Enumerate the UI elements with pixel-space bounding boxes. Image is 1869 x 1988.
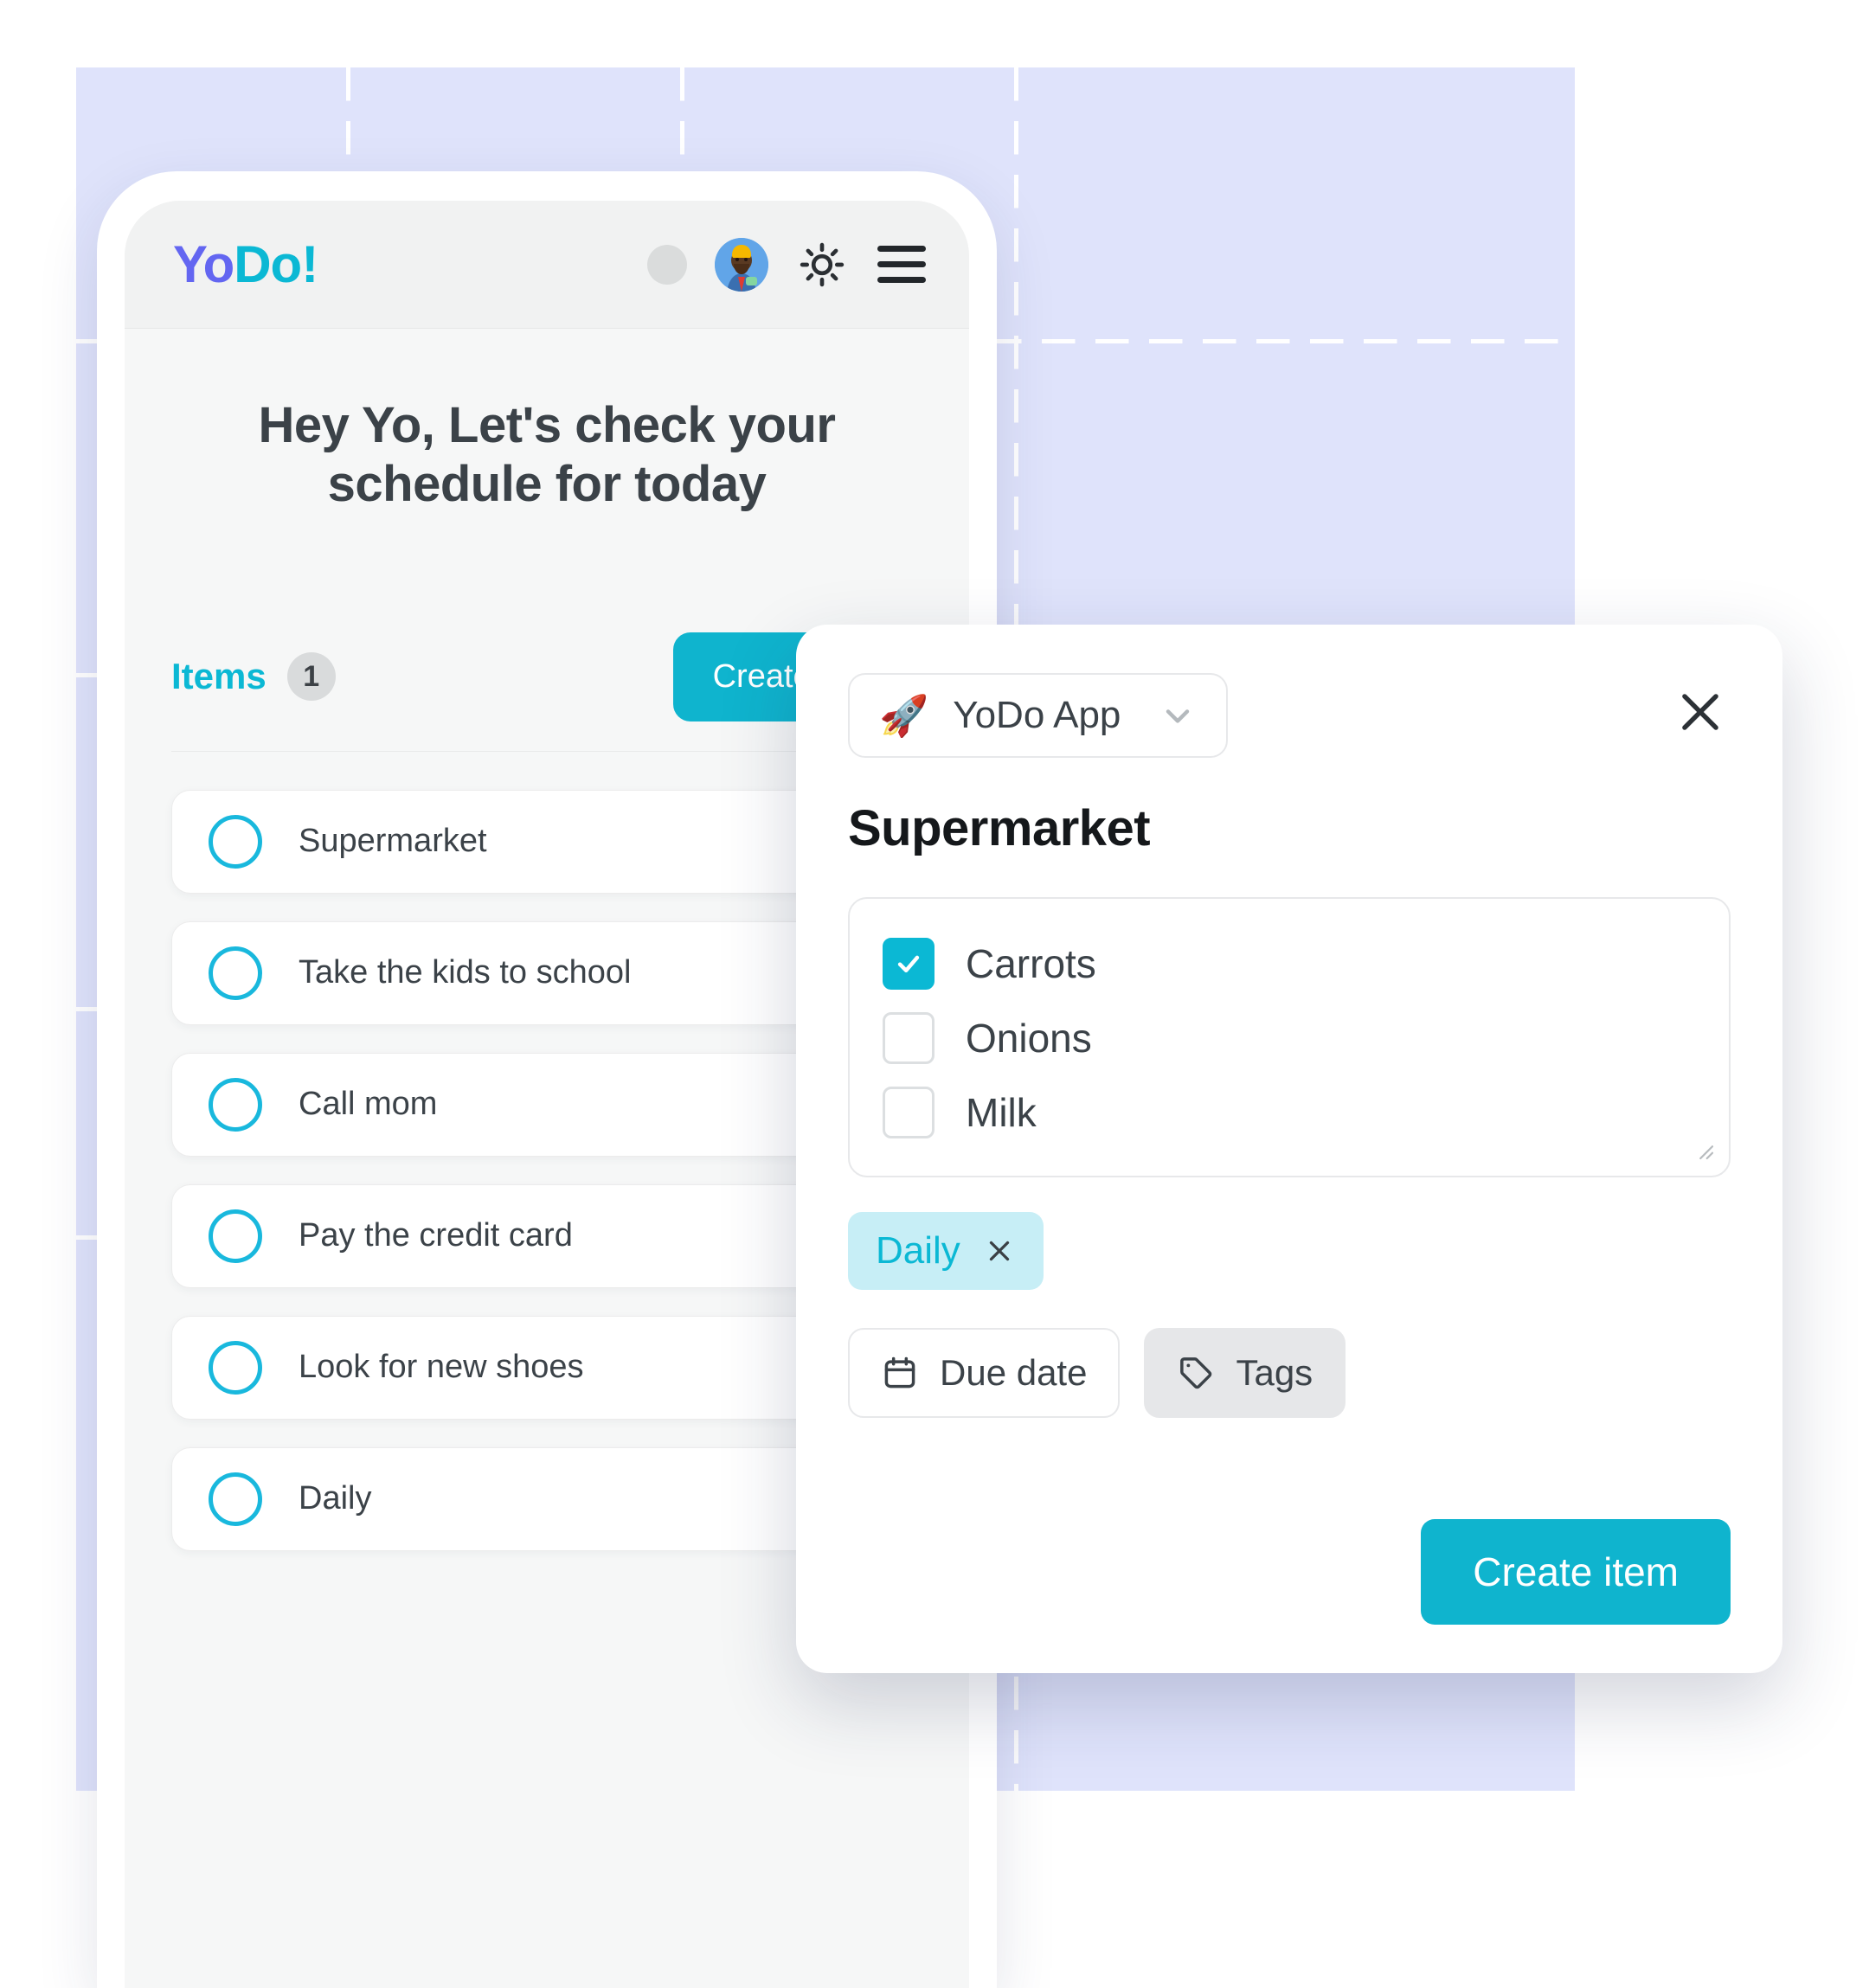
remove-tag-icon[interactable] [983, 1234, 1016, 1267]
dialog-action-row: Due date Tags [848, 1328, 1731, 1418]
calendar-icon [881, 1354, 919, 1392]
sun-icon [800, 242, 845, 286]
tag-icon [1177, 1354, 1215, 1392]
tag-chip[interactable]: Daily [848, 1212, 1044, 1290]
logo-part-do: Do! [234, 234, 318, 293]
placeholder-dot [647, 244, 687, 285]
task-label: Daily [299, 1480, 372, 1517]
task-checkbox-icon[interactable] [209, 1472, 262, 1526]
task-label: Take the kids to school [299, 954, 632, 991]
due-date-label: Due date [940, 1352, 1088, 1393]
checklist-item-label: Onions [966, 1016, 1092, 1061]
create-item-dialog: 🚀 YoDo App Supermarket Carrots Onions Mi… [796, 625, 1782, 1673]
checklist-item-label: Milk [966, 1090, 1037, 1135]
menu-button[interactable] [876, 239, 928, 291]
logo-part-yo: Yo [173, 234, 234, 293]
due-date-button[interactable]: Due date [848, 1328, 1121, 1418]
app-selector-label: YoDo App [953, 694, 1121, 736]
app-logo[interactable]: YoDo! [173, 238, 318, 291]
header-actions [647, 237, 928, 292]
items-label: Items [171, 656, 267, 697]
theme-toggle-button[interactable] [796, 239, 848, 291]
tag-chip-list: Daily [848, 1212, 1731, 1290]
checklist-item[interactable]: Onions [883, 1001, 1696, 1075]
task-label: Supermarket [299, 823, 487, 860]
task-checkbox-icon[interactable] [209, 946, 262, 1000]
task-label: Look for new shoes [299, 1349, 584, 1386]
chevron-down-icon [1159, 696, 1197, 734]
items-count-badge: 1 [286, 652, 336, 702]
tags-button-label: Tags [1236, 1352, 1313, 1393]
checklist-checkbox-icon[interactable] [883, 1012, 934, 1064]
checklist-item-label: Carrots [966, 941, 1096, 986]
dialog-title: Supermarket [848, 800, 1151, 856]
dialog-header: 🚀 YoDo App [848, 673, 1731, 758]
task-label: Call mom [299, 1086, 438, 1123]
hamburger-menu-icon [877, 246, 926, 283]
tags-button[interactable]: Tags [1144, 1328, 1346, 1418]
close-icon [1682, 694, 1718, 730]
task-checkbox-icon[interactable] [209, 1209, 262, 1263]
close-button[interactable] [1670, 682, 1731, 742]
rocket-icon: 🚀 [879, 693, 929, 738]
checklist-checkbox-icon[interactable] [883, 1087, 934, 1138]
app-selector[interactable]: 🚀 YoDo App [848, 673, 1229, 758]
resize-handle[interactable] [1691, 1137, 1717, 1167]
page-title: Hey Yo, Let's check your schedule for to… [258, 397, 836, 513]
task-checkbox-icon[interactable] [209, 1340, 262, 1395]
checklist-item[interactable]: Carrots [883, 927, 1696, 1001]
tag-chip-label: Daily [876, 1229, 960, 1272]
app-header: YoDo! [125, 201, 969, 329]
checklist-item[interactable]: Milk [883, 1075, 1696, 1150]
checklist-checkbox-icon[interactable] [883, 938, 934, 990]
task-checkbox-icon[interactable] [209, 814, 262, 869]
create-item-button-dialog[interactable]: Create item [1421, 1519, 1731, 1625]
task-label: Pay the credit card [299, 1217, 573, 1254]
checklist-textarea[interactable]: Carrots Onions Milk [848, 897, 1731, 1177]
task-checkbox-icon[interactable] [209, 1077, 262, 1132]
user-avatar[interactable] [715, 237, 768, 292]
